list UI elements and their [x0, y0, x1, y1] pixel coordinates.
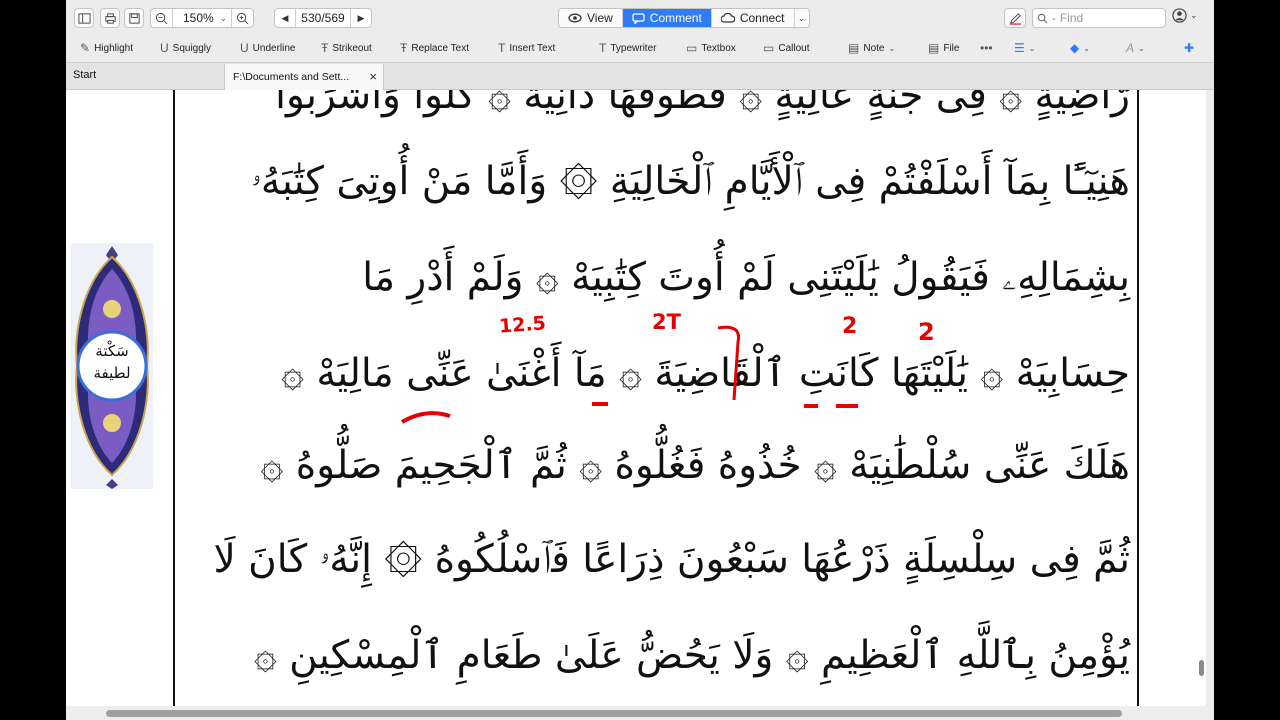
vertical-scrollbar[interactable]	[1199, 660, 1204, 676]
sidebar-toggle-icon[interactable]	[74, 8, 94, 28]
highlight-tool[interactable]: ✎ Highlight	[80, 38, 133, 58]
main-toolbar: 150% ⌄ ◀ 530/569 ▶ View Comment Connect ⌄	[66, 4, 1214, 32]
chevron-down-icon: ⌄	[1083, 43, 1090, 53]
file-tool[interactable]: ▤ File	[928, 38, 959, 58]
previous-page-icon[interactable]: ◀	[275, 9, 295, 27]
strikeout-tool[interactable]: Ŧ Strikeout	[321, 38, 372, 58]
page-navigator: ◀ 530/569 ▶	[274, 8, 372, 28]
font-style-icon: A	[1126, 41, 1135, 55]
chevron-down-icon: ⌄	[888, 43, 896, 53]
chevron-down-icon: ⌄	[1190, 10, 1198, 20]
find-field[interactable]: ⌄ Find	[1032, 8, 1166, 28]
pin-icon[interactable]: ✚	[1184, 38, 1194, 58]
horizontal-scrollbar[interactable]	[66, 706, 1214, 720]
print-icon[interactable]	[100, 8, 120, 28]
saktah-label: سَكْتة لطيفة	[93, 342, 131, 382]
connect-mode-button[interactable]: Connect	[712, 9, 795, 27]
save-icon[interactable]	[124, 8, 144, 28]
zoom-select[interactable]: 150% ⌄	[173, 11, 231, 25]
callout-tool[interactable]: ▭ Callout	[763, 38, 809, 58]
chevron-down-icon: ⌄	[1138, 43, 1145, 53]
callout-icon: ▭	[763, 41, 775, 55]
font-style-tool[interactable]: A ⌄	[1126, 38, 1145, 58]
chevron-down-icon: ⌄	[1051, 15, 1057, 22]
annotation-strokes	[400, 325, 858, 424]
tab-start[interactable]: Start	[73, 69, 96, 81]
eye-icon	[568, 13, 582, 23]
fill-bucket-icon: ◆	[1070, 41, 1080, 55]
replace-text-tool[interactable]: Ŧ Replace Text	[400, 38, 469, 58]
comment-toolbar: ✎ Highlight U Squiggly U Underline Ŧ Strikeo…	[66, 36, 1214, 60]
page-number-input[interactable]: 530/569	[295, 9, 351, 27]
line-style-tool[interactable]: ☰ ⌄	[1014, 38, 1035, 58]
note-icon: ▤	[848, 41, 860, 55]
squiggly-icon: U	[160, 41, 169, 55]
view-mode-button[interactable]: View	[559, 9, 623, 27]
fill-color-tool[interactable]: ◆ ⌄	[1070, 38, 1090, 58]
zoom-control: 150% ⌄	[150, 8, 254, 28]
search-icon	[1037, 13, 1048, 23]
user-avatar-icon	[1172, 8, 1187, 23]
next-page-icon[interactable]: ▶	[351, 9, 371, 27]
account-menu[interactable]: ⌄	[1172, 8, 1198, 23]
horizontal-scroll-thumb[interactable]	[106, 710, 1122, 717]
squiggly-tool[interactable]: U Squiggly	[160, 38, 211, 58]
textbox-tool[interactable]: ▭ Textbox	[686, 38, 736, 58]
note-tool[interactable]: ▤ Note ⌄	[848, 38, 895, 58]
insert-text-icon: T	[498, 41, 506, 55]
comment-mode-button[interactable]: Comment	[622, 9, 712, 27]
pen-tool-icon[interactable]	[1004, 8, 1026, 28]
zoom-in-icon[interactable]	[231, 9, 253, 27]
close-icon[interactable]: ×	[369, 69, 377, 84]
textbox-icon: ▭	[686, 41, 698, 55]
chevron-down-icon: ⌄	[219, 13, 227, 23]
document-viewport[interactable]: رَّاضِيَةٍ ۞ فِى جَنَّةٍ عَالِيَةٍ ۞ قُط…	[66, 90, 1206, 706]
cloud-connect-icon	[720, 12, 735, 23]
chevron-down-icon[interactable]: ⌄	[795, 13, 809, 24]
strikeout-icon: Ŧ	[321, 41, 329, 55]
chevron-down-icon: ⌄	[1028, 43, 1036, 53]
replace-text-icon: Ŧ	[400, 41, 408, 55]
mode-switcher: View Comment Connect ⌄	[558, 8, 810, 28]
insert-text-tool[interactable]: T Insert Text	[498, 38, 555, 58]
comment-icon	[632, 12, 645, 24]
file-attach-icon: ▤	[928, 41, 940, 55]
document-tab-bar: Start F:\Documents and Sett... ×	[66, 62, 1214, 90]
pdf-app-window: 150% ⌄ ◀ 530/569 ▶ View Comment Connect ⌄	[66, 0, 1214, 720]
highlight-pen-icon: ✎	[80, 41, 91, 55]
typewriter-tool[interactable]: T Typewriter	[599, 38, 656, 58]
underline-tool[interactable]: U Underline	[240, 38, 295, 58]
zoom-out-icon[interactable]	[151, 9, 173, 27]
typewriter-icon: T	[599, 41, 607, 55]
more-tools-icon[interactable]: •••	[980, 38, 993, 58]
tab-document[interactable]: F:\Documents and Sett... ×	[224, 64, 384, 90]
underline-icon: U	[240, 41, 249, 55]
line-style-icon: ☰	[1014, 41, 1025, 55]
